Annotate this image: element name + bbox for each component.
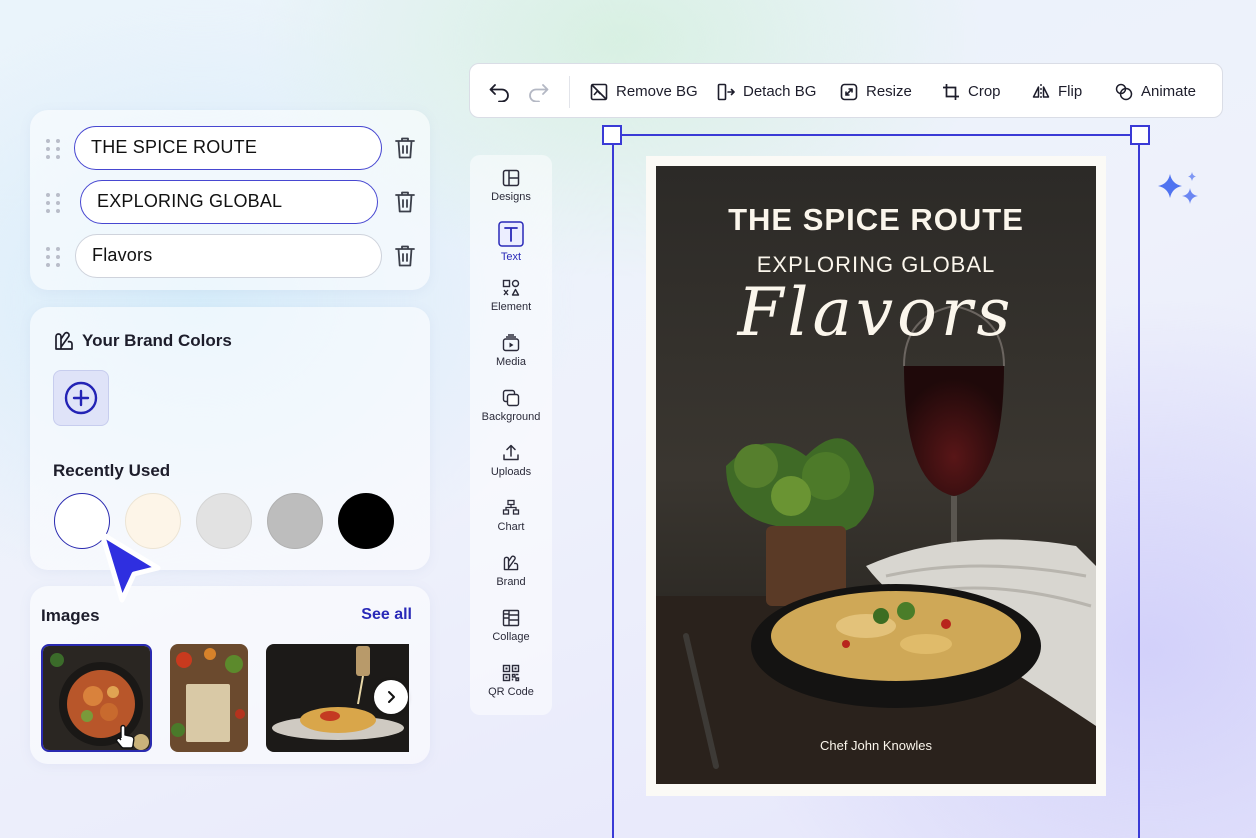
detach-bg-button[interactable]: Detach BG bbox=[717, 64, 816, 119]
resize-handle-top-right[interactable] bbox=[1130, 125, 1150, 145]
rail-label: Chart bbox=[497, 521, 525, 533]
trash-icon[interactable] bbox=[394, 190, 416, 214]
crop-icon bbox=[943, 83, 959, 100]
poster-script-text[interactable]: Flavors bbox=[656, 274, 1096, 351]
rail-item-uploads[interactable]: Uploads bbox=[470, 444, 552, 496]
images-panel: Images See all bbox=[30, 586, 430, 764]
resize-icon bbox=[840, 83, 858, 100]
crop-label: Crop bbox=[968, 83, 1001, 100]
qr-code-icon bbox=[502, 664, 520, 682]
remove-bg-button[interactable]: Remove BG bbox=[590, 64, 698, 119]
rail-item-element[interactable]: Element bbox=[470, 279, 552, 331]
text-layer-input[interactable]: EXPLORING GLOBAL bbox=[80, 180, 378, 224]
rail-item-qr-code[interactable]: QR Code bbox=[470, 664, 552, 716]
drag-handle-icon[interactable] bbox=[46, 247, 60, 267]
rail-label: Designs bbox=[491, 191, 531, 203]
resize-handle-top-left[interactable] bbox=[602, 125, 622, 145]
flip-icon bbox=[1032, 83, 1050, 100]
plus-circle-icon bbox=[64, 381, 98, 415]
add-brand-color-button[interactable] bbox=[53, 370, 109, 426]
recently-used-title: Recently Used bbox=[53, 461, 171, 480]
text-layer-row: THE SPICE ROUTE bbox=[30, 126, 430, 172]
text-layer-row: EXPLORING GLOBAL bbox=[30, 180, 430, 226]
poster-title[interactable]: THE SPICE ROUTE bbox=[656, 202, 1096, 238]
redo-icon bbox=[529, 83, 549, 102]
rail-label: Background bbox=[481, 411, 541, 423]
chevron-right-icon bbox=[388, 691, 395, 703]
animate-button[interactable]: Animate bbox=[1115, 64, 1196, 119]
background-icon bbox=[502, 389, 520, 407]
notebook-ingredients-image bbox=[170, 644, 248, 752]
rail-label: Text bbox=[500, 251, 522, 263]
brand-icon bbox=[503, 555, 519, 571]
color-swatch-light-gray[interactable] bbox=[196, 493, 252, 549]
rail-label: Brand bbox=[496, 576, 526, 588]
detach-bg-icon bbox=[717, 83, 735, 100]
rail-item-text[interactable]: Text bbox=[470, 221, 552, 273]
poster-canvas[interactable]: THE SPICE ROUTE EXPLORING GLOBAL Flavors… bbox=[656, 166, 1096, 784]
trash-icon[interactable] bbox=[394, 136, 416, 160]
text-layer-input[interactable]: Flavors bbox=[75, 234, 382, 278]
remove-bg-label: Remove BG bbox=[616, 83, 698, 100]
crop-button[interactable]: Crop bbox=[942, 64, 1001, 119]
flip-label: Flip bbox=[1058, 83, 1083, 100]
brand-palette-icon bbox=[55, 331, 73, 350]
color-swatch-black[interactable] bbox=[338, 493, 394, 549]
next-images-button[interactable] bbox=[374, 680, 408, 714]
upload-icon bbox=[503, 444, 519, 461]
redo-button[interactable] bbox=[526, 64, 550, 119]
rail-item-brand[interactable]: Brand bbox=[470, 554, 552, 606]
media-icon bbox=[502, 334, 520, 352]
ai-sparkle-icon[interactable] bbox=[1156, 170, 1202, 212]
rail-item-background[interactable]: Background bbox=[470, 389, 552, 441]
animate-icon bbox=[1115, 83, 1133, 100]
animate-label: Animate bbox=[1141, 83, 1197, 100]
text-layers-panel: THE SPICE ROUTE EXPLORING GLOBAL Flavors bbox=[30, 110, 430, 290]
text-layer-row: Flavors bbox=[30, 234, 430, 280]
undo-button[interactable] bbox=[488, 64, 512, 119]
shapes-icon bbox=[502, 279, 520, 296]
tool-rail: Designs Text Element Media Background Up… bbox=[470, 155, 552, 715]
text-layer-input[interactable]: THE SPICE ROUTE bbox=[74, 126, 382, 170]
chart-icon bbox=[502, 499, 520, 515]
rail-item-designs[interactable]: Designs bbox=[470, 169, 552, 221]
hand-pointer-icon bbox=[115, 724, 135, 749]
color-swatch-gray[interactable] bbox=[267, 493, 323, 549]
rail-item-media[interactable]: Media bbox=[470, 334, 552, 386]
images-title: Images bbox=[41, 606, 100, 625]
poster-author[interactable]: Chef John Knowles bbox=[656, 738, 1096, 753]
rail-item-collage[interactable]: Collage bbox=[470, 609, 552, 661]
detach-bg-label: Detach BG bbox=[743, 83, 817, 100]
rail-item-chart[interactable]: Chart bbox=[470, 499, 552, 551]
brand-colors-panel: Your Brand Colors Recently Used bbox=[30, 307, 430, 570]
layout-icon bbox=[502, 169, 520, 187]
see-all-link[interactable]: See all bbox=[361, 606, 412, 624]
collage-icon bbox=[502, 609, 520, 627]
toolbar-divider bbox=[569, 76, 570, 108]
trash-icon[interactable] bbox=[394, 244, 416, 268]
toolbar: Remove BG Detach BG Resize Crop Flip Ani… bbox=[469, 63, 1223, 118]
rail-label: Uploads bbox=[490, 466, 532, 478]
rail-label: QR Code bbox=[488, 686, 534, 698]
drag-handle-icon[interactable] bbox=[46, 193, 60, 213]
resize-label: Resize bbox=[866, 83, 912, 100]
mouse-cursor-icon bbox=[99, 531, 161, 603]
flip-button[interactable]: Flip bbox=[1032, 64, 1082, 119]
rail-label: Collage bbox=[492, 631, 530, 643]
remove-bg-icon bbox=[590, 83, 608, 100]
undo-icon bbox=[489, 83, 509, 102]
brand-colors-title: Your Brand Colors bbox=[82, 331, 232, 350]
image-thumbnail[interactable] bbox=[170, 644, 248, 752]
drag-handle-icon[interactable] bbox=[46, 139, 60, 159]
rail-label: Element bbox=[490, 301, 532, 313]
rail-label: Media bbox=[496, 356, 526, 368]
text-icon bbox=[498, 221, 524, 247]
resize-button[interactable]: Resize bbox=[840, 64, 912, 119]
